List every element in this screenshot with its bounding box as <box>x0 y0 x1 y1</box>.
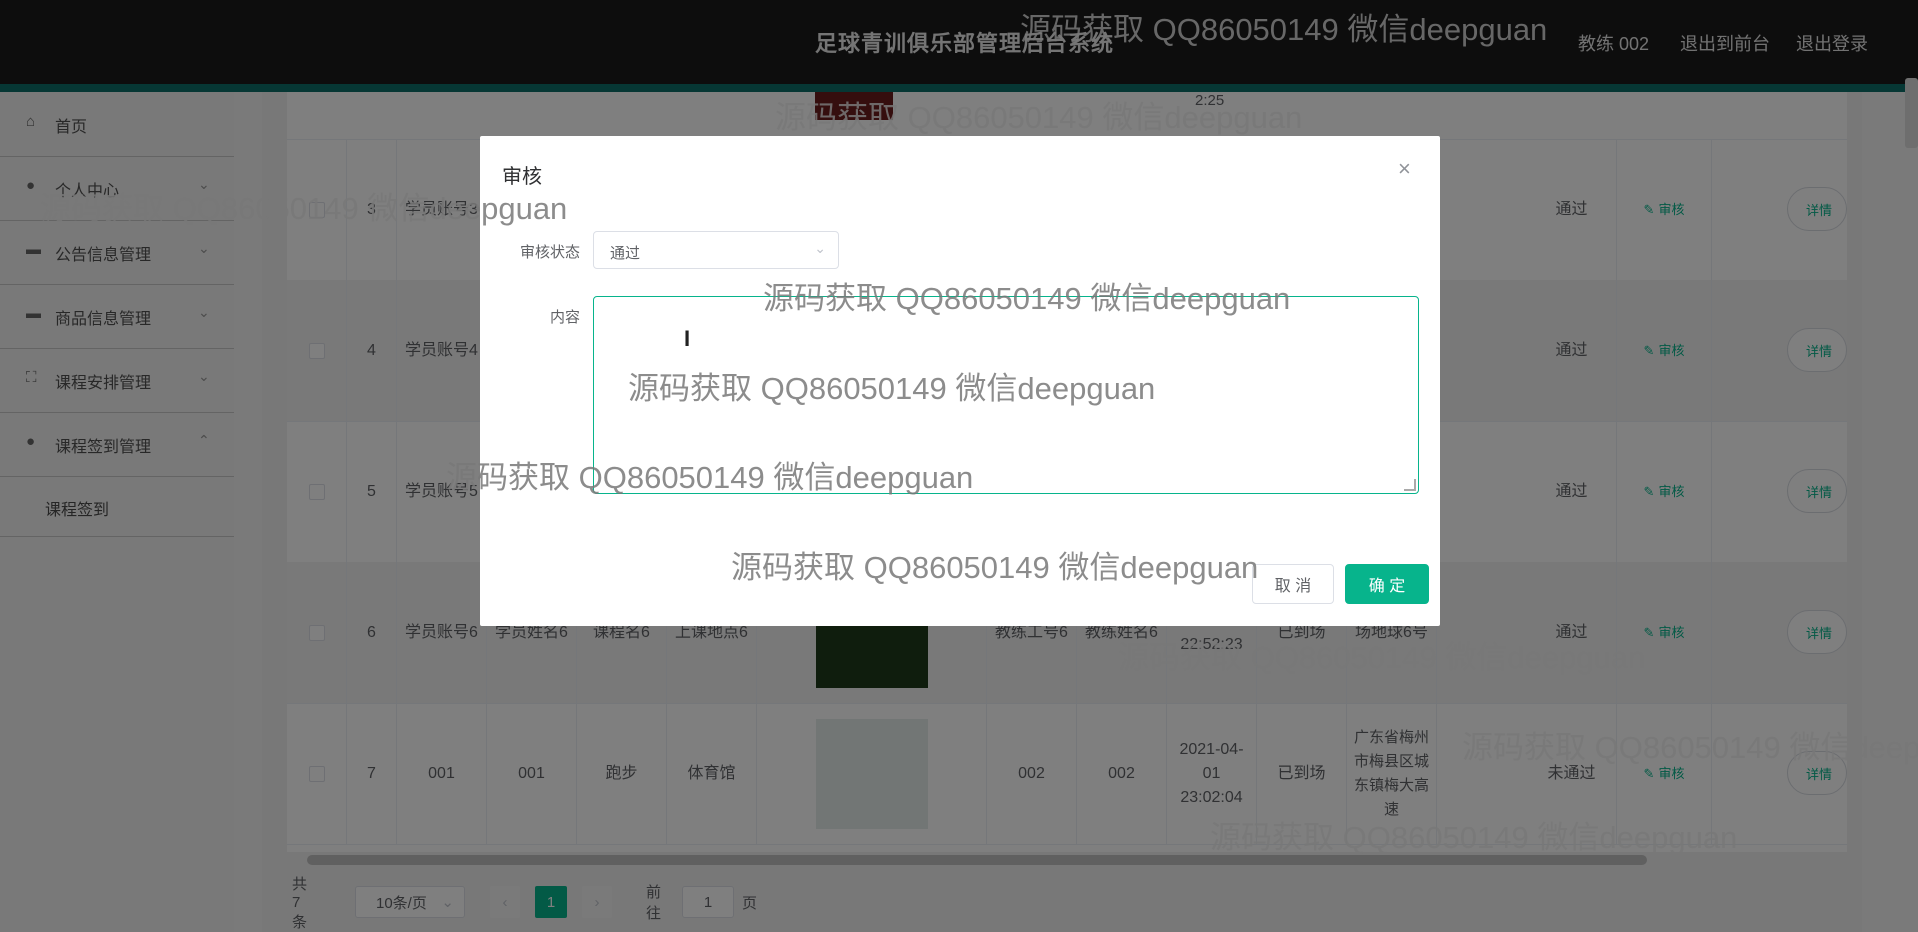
watermark-text: 源码获取 QQ86050149 微信deepguan <box>446 460 974 495</box>
watermark-text: 源码获取 QQ86050149 微信deepguan <box>1462 730 1918 765</box>
watermark-text: 源码获取 QQ86050149 微信deepguan <box>775 100 1303 135</box>
text-cursor-icon: I <box>684 326 691 351</box>
confirm-button[interactable]: 确 定 <box>1345 564 1429 604</box>
watermark-text: 源码获取 QQ86050149 微信deepguan <box>763 281 1291 316</box>
content-label: 内容 <box>549 309 580 326</box>
watermark-text: 源码获取 QQ86050149 微信deepguan <box>628 371 1156 406</box>
watermark-text: 源码获取 QQ86050149 微信deepguan <box>1118 640 1646 675</box>
cancel-button[interactable]: 取 消 <box>1252 564 1334 604</box>
watermark-text: 源码获取 QQ86050149 微信deepguan <box>731 550 1259 585</box>
status-select-value: 通过 <box>610 245 641 262</box>
status-select[interactable]: 通过 ⌄ <box>593 231 839 269</box>
close-icon[interactable]: × <box>1398 156 1411 182</box>
resize-handle[interactable] <box>1404 479 1416 491</box>
status-label: 审核状态 <box>519 244 580 261</box>
watermark-text: 源码获取 QQ86050149 微信deepguan <box>1210 820 1738 855</box>
watermark-text: 源码获取 QQ86050149 微信deepguan <box>40 191 568 226</box>
watermark-text: 源码获取 QQ86050149 微信deepguan <box>1020 12 1548 47</box>
chevron-down-icon: ⌄ <box>814 240 826 256</box>
